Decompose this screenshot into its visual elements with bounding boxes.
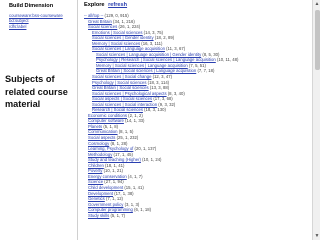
tree-node-link[interactable]: Development	[88, 191, 113, 196]
explore-title: Explore	[84, 2, 105, 8]
tree-node-link[interactable]: Psychology | Social sciences	[92, 80, 147, 85]
tree-node-counts: (14, 3, 75)	[142, 29, 164, 35]
tree-node-counts: (7, 5, 51)	[187, 62, 206, 68]
tree-node-link[interactable]: Great Britain | Social sciences	[92, 85, 149, 90]
tree-node-link[interactable]: Social sciences | Gender identity	[92, 35, 154, 40]
tree-node-counts: (18, 3, 130)	[142, 107, 166, 113]
tree-node-link[interactable]: Genetics	[88, 196, 105, 201]
tree-node-link[interactable]: Social aspects | Social sciences	[92, 96, 152, 101]
tree-node-link[interactable]: Energy conservation	[88, 174, 127, 179]
tree-node-counts: (14, 1, 33)	[123, 118, 145, 124]
tree-node-counts: (3, 1, 3)	[123, 201, 140, 207]
tree-node-counts: (9, 3, 32)	[157, 101, 176, 107]
tree-node-link[interactable]: Cosmology	[88, 141, 109, 146]
tree-node-counts: (6, 1, 18)	[132, 207, 152, 213]
tree-node-link[interactable]: Poverty	[88, 168, 102, 173]
caption-line: material	[5, 99, 41, 110]
scroll-thumb[interactable]	[314, 10, 320, 70]
dimension-link-list: courseware:bss-courseware bd:subject rdf…	[9, 13, 63, 29]
tree-node-link[interactable]: Social sciences | Psychological aspects	[92, 91, 167, 96]
tree-node-counts: (13, 3, 88)	[148, 85, 170, 91]
tree-node-link[interactable]: Learning, Psychology of	[88, 146, 133, 151]
tree-node-link[interactable]: Children	[88, 163, 104, 168]
caption-line: related course	[5, 86, 68, 97]
tree-node-link[interactable]: Memory | Social sciences | Language acqu…	[96, 63, 188, 68]
tree-node-link[interactable]: Communication	[88, 129, 118, 134]
tree-node-link[interactable]: Child development	[88, 185, 123, 190]
tree-node-counts: (12, 3, 47)	[151, 74, 173, 80]
tree-node-link[interactable]: Great Britain	[88, 19, 112, 24]
tree-node-link[interactable]: Computer programming	[88, 207, 133, 212]
tree-node-link[interactable]: Government policy	[88, 202, 123, 207]
tree-node-counts: (26, 1, 224)	[117, 24, 141, 30]
tree-node-counts: (16, 3, 111)	[140, 40, 163, 46]
tree-row: Study skills (5, 1, 7)	[84, 213, 309, 219]
tree-node-counts: (8, 5, 30)	[201, 51, 220, 57]
tree-node-counts: (8, 1, 5)	[117, 129, 134, 135]
tree-node-counts: (17, 1, 45)	[112, 151, 133, 157]
app-window: Build Dimension courseware:bss-coursewar…	[0, 0, 320, 240]
tree-node-link[interactable]: Study and teaching (Higher)	[88, 157, 141, 162]
tree-node-counts: (129, 0, 915)	[103, 13, 129, 18]
tree-node-counts: (17, 3, 68)	[152, 96, 173, 102]
tree-node-link[interactable]: Methodology	[88, 152, 112, 157]
scroll-up-arrow-icon[interactable]: ▲	[313, 0, 320, 8]
tree-node-counts: (4, 1, 7)	[126, 173, 143, 179]
tree-node-counts: (34, 1, 216)	[111, 18, 135, 24]
tree-node-counts: (20, 1, 137)	[133, 146, 157, 152]
tree-node-counts: (8, 1, 28)	[109, 140, 128, 146]
tree-node-link[interactable]: -- all/top --	[84, 13, 103, 18]
vertical-scrollbar[interactable]: ▲ ▼	[312, 0, 320, 240]
build-dimension-panel: Build Dimension courseware:bss-coursewar…	[0, 0, 76, 240]
tree-node-link[interactable]: Computer software	[88, 118, 124, 123]
tree-node-link[interactable]: Emotions | Social sciences	[92, 30, 142, 35]
tree-node-link[interactable]: Economic conditions	[88, 113, 127, 118]
tree-node-counts: (25, 1, 232)	[115, 135, 139, 141]
tree-node-counts: (18, 2, 89)	[153, 35, 175, 41]
tree-node-link[interactable]: Social sciences | Language acquisition	[92, 46, 165, 51]
tree-node-counts: (27, 1, 94)	[103, 179, 124, 185]
scroll-down-arrow-icon[interactable]: ▼	[313, 232, 320, 240]
explore-header: Explore refresh	[84, 2, 127, 8]
tree-node-link[interactable]: Social sciences | Social change	[92, 74, 151, 79]
tree-node-link[interactable]: Social sciences | Social interaction	[92, 102, 157, 107]
tree-node-counts: (5, 1, 7)	[109, 212, 126, 218]
tree-node-link[interactable]: Memory | Social sciences	[92, 41, 140, 46]
tree-node-counts: (10, 11, 48)	[215, 57, 239, 63]
tree-node-counts: (5, 1, 8)	[102, 123, 119, 129]
tree-node-counts: (10, 1, 24)	[140, 157, 162, 163]
tree-node-link[interactable]: Social sciences	[88, 24, 117, 29]
tree-node-link[interactable]: Social aspects	[88, 135, 115, 140]
tree-node-counts: (7, 1, 12)	[104, 196, 123, 202]
tree-node-counts: (10, 1, 21)	[102, 168, 123, 174]
tree-node-link[interactable]: Planets	[88, 124, 102, 129]
tree-node-link[interactable]: Study skills	[88, 213, 109, 218]
tree-node-counts: (18, 1, 41)	[103, 162, 125, 168]
subject-tree: -- all/top -- (129, 0, 915) Great Britain…	[84, 13, 309, 218]
explore-panel: Explore refresh -- all/top -- (129, 0, 9…	[77, 0, 313, 240]
tree-node-link[interactable]: Research | Social sciences	[92, 107, 143, 112]
tree-node-link[interactable]: Great Britain | Social sciences | Langua…	[96, 68, 196, 73]
tree-node-counts: (17, 1, 38)	[113, 190, 134, 196]
tree-node-counts: (18, 3, 114)	[146, 79, 170, 85]
tree-node-link[interactable]: Science	[88, 179, 103, 184]
dimension-link[interactable]: rdfs:label	[9, 24, 63, 29]
caption-line: Subjects of	[5, 74, 55, 84]
tree-node-link[interactable]: Psychology | Research | Social sciences …	[96, 57, 216, 62]
tree-node-counts: (2, 1, 2)	[126, 112, 143, 118]
tree-node-counts: (11, 3, 67)	[164, 46, 186, 52]
refresh-link[interactable]: refresh	[108, 2, 127, 8]
build-dimension-title: Build Dimension	[9, 3, 54, 9]
tree-node-counts: (7, 7, 18)	[196, 68, 215, 74]
caption-overlay: Subjects of related course material	[5, 73, 71, 119]
tree-node-counts: (8, 3, 40)	[166, 90, 185, 96]
tree-node-link[interactable]: Social sciences | Language acquisition |…	[96, 52, 201, 57]
tree-node-counts: (15, 1, 41)	[123, 184, 144, 190]
